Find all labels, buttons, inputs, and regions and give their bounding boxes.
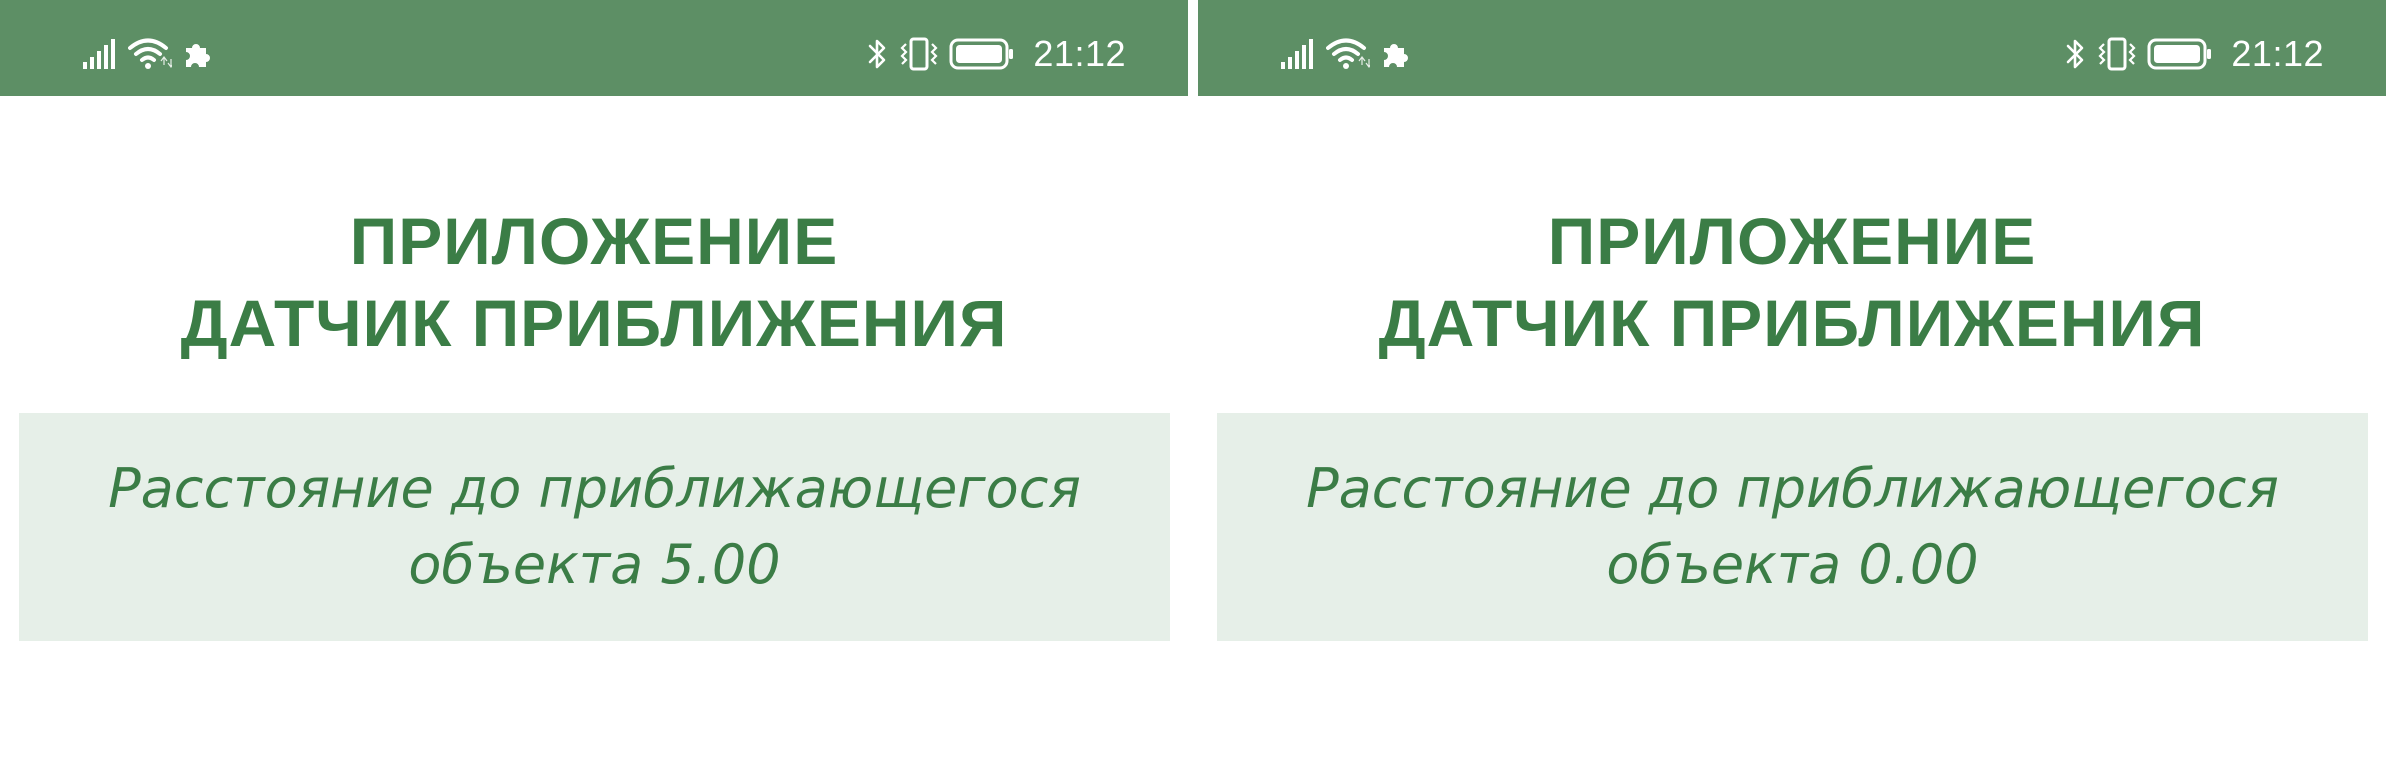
battery-icon [2147,38,2212,70]
wifi-icon [128,38,172,69]
signal-icon [83,39,115,69]
screen-divider [1188,0,1198,96]
status-time: 21:12 [2231,33,2324,74]
status-time: 21:12 [1033,33,1126,74]
status-left-icons [82,36,212,72]
phone-screen-right: 21:12 ПРИЛОЖЕНИЕ ДАТЧИК ПРИБЛИЖЕНИЯ Расс… [1198,0,2386,763]
title-line-1: ПРИЛОЖЕНИЕ [1547,204,2037,278]
signal-icon [1281,39,1313,69]
status-left-icons [1280,36,1410,72]
distance-label-line-2: объекта 0.00 [1606,533,1979,596]
title-line-1: ПРИЛОЖЕНИЕ [349,204,839,278]
bluetooth-icon [869,39,886,69]
distance-card: Расстояние до приближающегося объекта 5.… [19,413,1170,641]
vibrate-icon [900,37,938,71]
distance-label-line-1: Расстояние до приближающегося [108,457,1081,520]
distance-label-line-1: Расстояние до приближающегося [1306,457,2279,520]
title-line-2: ДАТЧИК ПРИБЛИЖЕНИЯ [180,286,1008,360]
page-title: ПРИЛОЖЕНИЕ ДАТЧИК ПРИБЛИЖЕНИЯ [0,200,1188,364]
page-title: ПРИЛОЖЕНИЕ ДАТЧИК ПРИБЛИЖЕНИЯ [1198,200,2386,364]
vibrate-icon [2098,37,2136,71]
distance-label-line-2: объекта 5.00 [408,533,781,596]
status-right-icons: 21:12 [867,33,1126,74]
status-bar: 21:12 [1198,0,2386,96]
puzzle-icon [186,44,210,67]
wifi-icon [1326,38,1370,69]
puzzle-icon [1384,44,1408,67]
title-line-2: ДАТЧИК ПРИБЛИЖЕНИЯ [1378,286,2206,360]
status-right-icons: 21:12 [2065,33,2324,74]
bluetooth-icon [2067,39,2084,69]
status-bar: 21:12 [0,0,1188,96]
distance-card: Расстояние до приближающегося объекта 0.… [1217,413,2368,641]
battery-icon [949,38,1014,70]
phone-screen-left: 21:12 ПРИЛОЖЕНИЕ ДАТЧИК ПРИБЛИЖЕНИЯ Расс… [0,0,1188,763]
